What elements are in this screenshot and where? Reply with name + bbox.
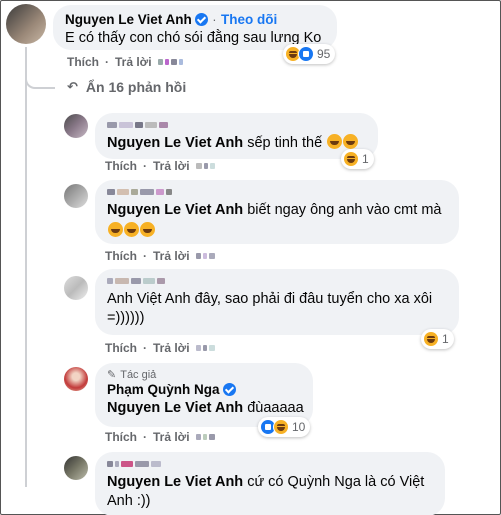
blurred-timestamp bbox=[157, 59, 183, 65]
avatar-reply-1[interactable] bbox=[64, 114, 88, 138]
reply-text: biết ngay ông anh vào cmt mà bbox=[243, 202, 442, 218]
reply-author[interactable]: Phạm Quỳnh Nga bbox=[107, 382, 220, 397]
reaction-summary[interactable]: 95 bbox=[283, 44, 336, 64]
separator-dot: · bbox=[212, 12, 217, 27]
avatar-reply-2[interactable] bbox=[64, 184, 88, 208]
hide-replies-button[interactable]: ↶ Ẩn 16 phản hồi bbox=[67, 79, 186, 95]
like-button[interactable]: Thích bbox=[105, 159, 137, 173]
blurred-timestamp bbox=[195, 253, 215, 259]
blurred-author-name bbox=[107, 275, 447, 287]
rofl-emoji-icon bbox=[140, 222, 155, 237]
reaction-summary[interactable]: 1 bbox=[421, 329, 454, 349]
reply-actions: Thích · Trả lời bbox=[105, 341, 215, 355]
reply-text: đùaaaaa bbox=[243, 400, 304, 416]
reply-text-continued: Anh :)) bbox=[107, 493, 151, 509]
avatar-reply-5[interactable] bbox=[64, 456, 88, 480]
comment-section: Nguyen Le Viet Anh · Theo dõi E có thấy … bbox=[0, 0, 501, 515]
like-button[interactable]: Thích bbox=[105, 430, 137, 444]
follow-button[interactable]: Theo dõi bbox=[221, 12, 277, 27]
reaction-summary[interactable]: 10 bbox=[258, 417, 311, 437]
avatar-nguyen-le-viet-anh[interactable] bbox=[6, 4, 46, 44]
hide-replies-label: Ẩn 16 phản hồi bbox=[85, 79, 187, 95]
haha-emoji-icon bbox=[273, 419, 289, 435]
mention-link[interactable]: Nguyen Le Viet Anh bbox=[107, 135, 243, 151]
reply-bubble: Anh Việt Anh đây, sao phải đi đâu tuyển … bbox=[95, 269, 459, 335]
rofl-emoji-icon bbox=[108, 222, 123, 237]
pencil-icon: ✎ bbox=[107, 369, 117, 381]
reply-bubble: Nguyen Le Viet Anh sếp tinh thế bbox=[95, 113, 378, 159]
blurred-author-name bbox=[107, 186, 447, 198]
like-emoji-icon bbox=[298, 46, 314, 62]
reply-button[interactable]: Trả lời bbox=[153, 159, 190, 173]
rofl-emoji-icon bbox=[327, 134, 343, 149]
rofl-emoji-icon bbox=[343, 134, 359, 149]
reaction-summary[interactable]: 1 bbox=[341, 149, 374, 169]
reply-bubble: Nguyen Le Viet Anh cứ có Quỳnh Nga là có… bbox=[95, 452, 445, 515]
reply-text: Anh Việt Anh đây, sao phải đi đâu tuyển … bbox=[107, 291, 433, 307]
thread-connector bbox=[25, 71, 55, 89]
like-button[interactable]: Thích bbox=[105, 249, 137, 263]
comment-actions: Thích · Trả lời bbox=[67, 55, 183, 69]
blurred-author-name bbox=[107, 119, 366, 131]
reaction-count: 95 bbox=[317, 47, 331, 61]
separator-dot: · bbox=[143, 430, 147, 444]
mention-link[interactable]: Nguyen Le Viet Anh bbox=[107, 400, 243, 416]
separator-dot: · bbox=[143, 341, 147, 355]
reply-actions: Thích · Trả lời bbox=[105, 249, 215, 263]
separator-dot: · bbox=[143, 249, 147, 263]
comment-author[interactable]: Nguyen Le Viet Anh bbox=[65, 12, 192, 27]
mention-link[interactable]: Nguyen Le Viet Anh bbox=[107, 474, 243, 490]
reply-text: cứ có Quỳnh Nga là có Việt bbox=[243, 474, 425, 490]
avatar-pham-quynh-nga[interactable] bbox=[64, 367, 88, 391]
blurred-author-name bbox=[107, 458, 433, 470]
author-badge-label: Tác giả bbox=[120, 368, 157, 381]
blurred-timestamp bbox=[195, 434, 215, 440]
thread-line bbox=[25, 47, 27, 487]
reaction-count: 1 bbox=[442, 332, 449, 346]
reply-button[interactable]: Trả lời bbox=[153, 249, 190, 263]
author-badge: ✎ Tác giả bbox=[107, 368, 301, 382]
collapse-arrow-icon: ↶ bbox=[67, 79, 78, 94]
like-button[interactable]: Thích bbox=[67, 55, 99, 69]
reply-button[interactable]: Trả lời bbox=[153, 341, 190, 355]
haha-emoji-icon bbox=[423, 331, 439, 347]
reply-actions: Thích · Trả lời bbox=[105, 159, 215, 173]
rofl-emoji-icon bbox=[124, 222, 139, 237]
blurred-timestamp bbox=[195, 163, 215, 169]
reply-text-continued: =)))))) bbox=[107, 310, 145, 326]
verified-badge-icon bbox=[222, 383, 236, 396]
reaction-count: 10 bbox=[292, 420, 306, 434]
reaction-count: 1 bbox=[362, 152, 369, 166]
separator-dot: · bbox=[143, 159, 147, 173]
like-button[interactable]: Thích bbox=[105, 341, 137, 355]
reply-bubble: Nguyen Le Viet Anh biết ngay ông anh vào… bbox=[95, 180, 459, 244]
reply-button[interactable]: Trả lời bbox=[115, 55, 152, 69]
reply-button[interactable]: Trả lời bbox=[153, 430, 190, 444]
separator-dot: · bbox=[105, 55, 109, 69]
blurred-timestamp bbox=[195, 345, 215, 351]
verified-badge-icon bbox=[194, 13, 208, 26]
mention-link[interactable]: Nguyen Le Viet Anh bbox=[107, 202, 243, 218]
reply-actions: Thích · Trả lời bbox=[105, 430, 215, 444]
reply-text: sếp tinh thế bbox=[243, 135, 323, 151]
avatar-reply-3[interactable] bbox=[64, 276, 88, 300]
haha-emoji-icon bbox=[343, 151, 359, 167]
